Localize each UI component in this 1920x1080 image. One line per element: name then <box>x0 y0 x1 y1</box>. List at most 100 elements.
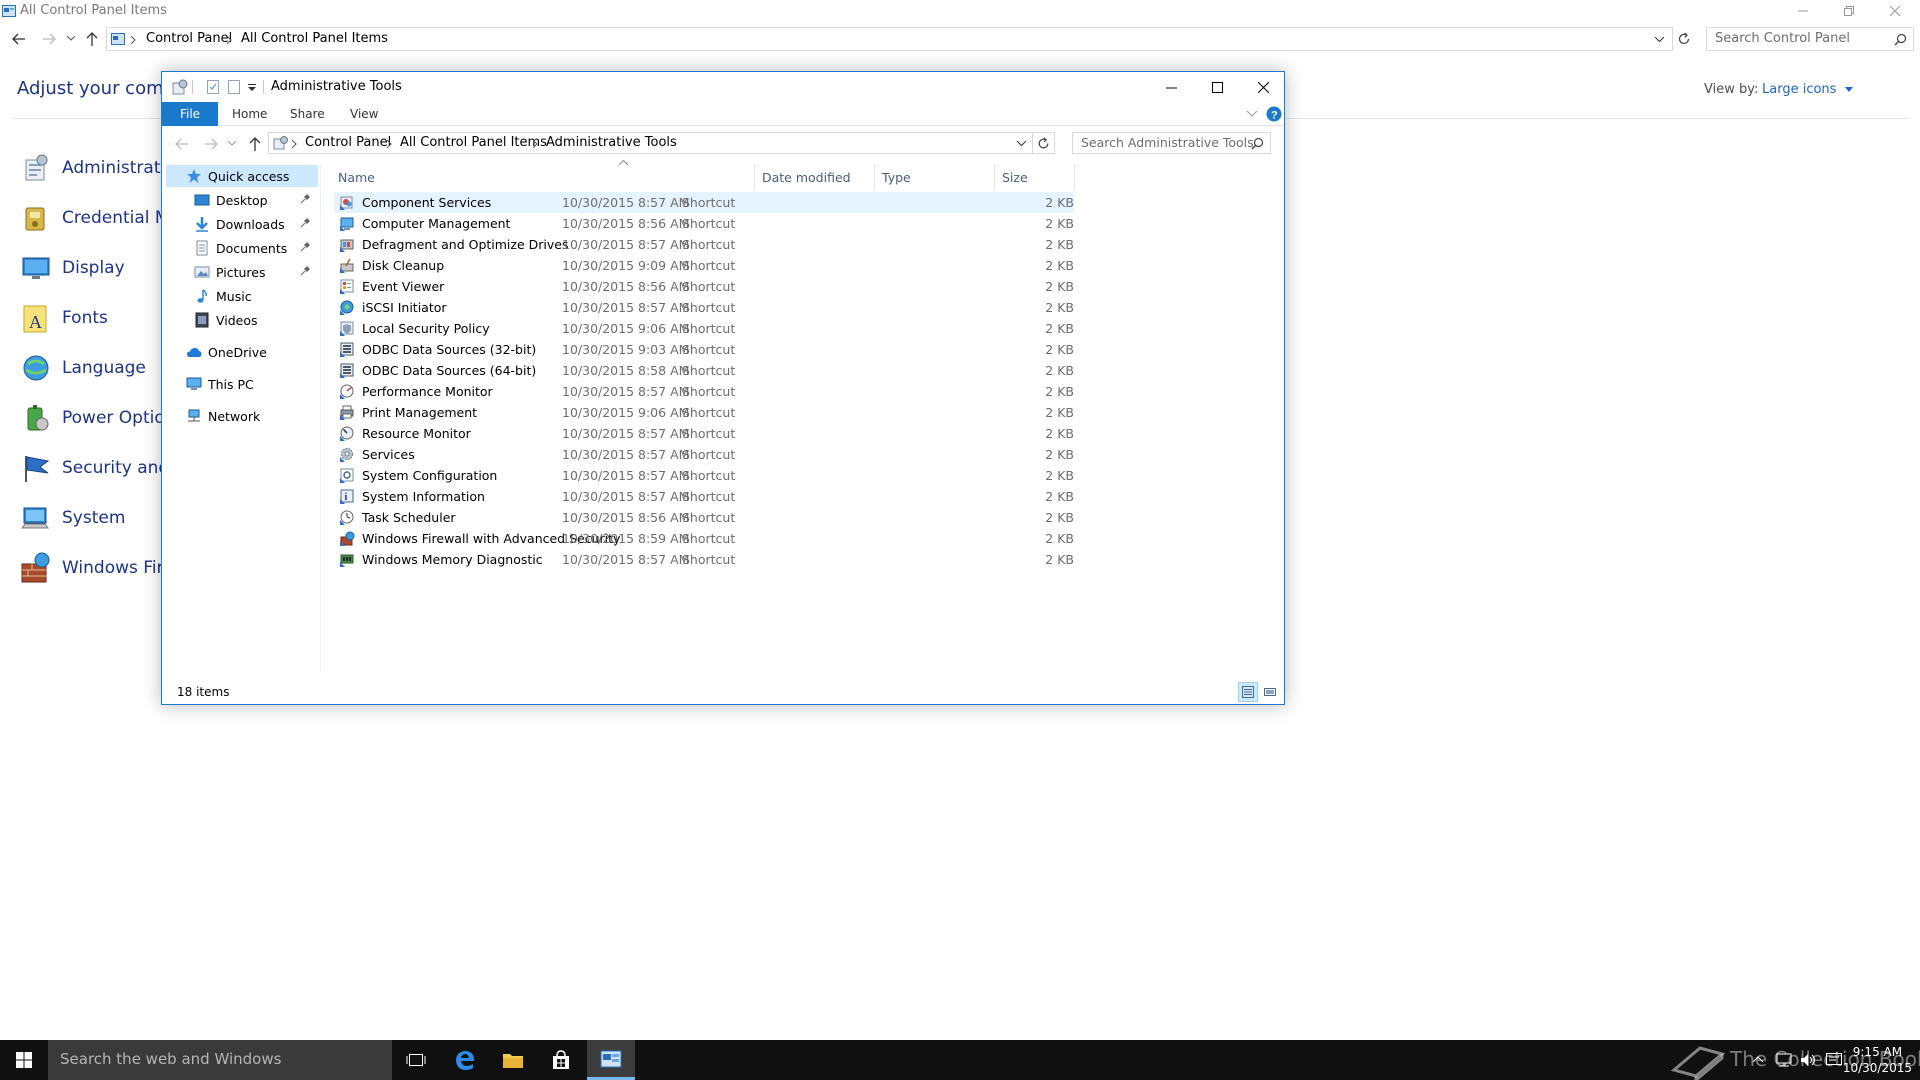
breadcrumb-administrative-tools[interactable]: Administrative Tools <box>546 135 677 150</box>
view-by-dropdown[interactable]: Large icons <box>1762 82 1853 97</box>
column-header-date-modified[interactable]: Date modified <box>762 170 851 185</box>
nav-music[interactable]: Music <box>194 285 252 307</box>
breadcrumb-all-items[interactable]: All Control Panel Items <box>400 135 547 150</box>
quick-access-toolbar-dropdown-icon[interactable] <box>248 84 256 91</box>
expand-ribbon-chevron-icon[interactable] <box>1247 111 1257 117</box>
action-center-icon[interactable] <box>1826 1053 1842 1067</box>
taskbar-file-explorer-button[interactable] <box>489 1040 537 1080</box>
back-arrow-icon[interactable] <box>175 137 189 151</box>
recent-locations-chevron-icon[interactable] <box>228 141 236 147</box>
pane-splitter[interactable] <box>320 164 321 672</box>
column-separator[interactable] <box>874 164 875 190</box>
nav-quick-access[interactable]: Quick access <box>186 165 289 187</box>
column-header-size[interactable]: Size <box>1002 170 1028 185</box>
table-row[interactable]: Performance Monitor 10/30/2015 8:57 AM S… <box>334 381 1074 402</box>
table-row[interactable]: Component Services 10/30/2015 8:57 AM Sh… <box>334 192 1074 213</box>
nav-videos[interactable]: Videos <box>194 309 258 331</box>
nav-network[interactable]: Network <box>186 405 260 427</box>
tab-home[interactable]: Home <box>232 107 267 121</box>
close-button[interactable] <box>1240 72 1284 102</box>
minimize-button[interactable] <box>1148 72 1194 102</box>
large-icons-view-button[interactable] <box>1260 682 1280 702</box>
details-view-button[interactable] <box>1238 682 1258 702</box>
table-row[interactable]: Task Scheduler 10/30/2015 8:56 AM Shortc… <box>334 507 1074 528</box>
cp-item-system[interactable]: System <box>20 498 125 538</box>
table-row[interactable]: ODBC Data Sources (64-bit) 10/30/2015 8:… <box>334 360 1074 381</box>
table-row[interactable]: Defragment and Optimize Drives 10/30/201… <box>334 234 1074 255</box>
nav-onedrive[interactable]: OneDrive <box>186 341 267 363</box>
table-row[interactable]: Windows Memory Diagnostic 10/30/2015 8:5… <box>334 549 1074 570</box>
table-row[interactable]: iSCSI Initiator 10/30/2015 8:57 AM Short… <box>334 297 1074 318</box>
bg-close-button[interactable] <box>1872 0 1918 22</box>
table-row[interactable]: Computer Management 10/30/2015 8:56 AM S… <box>334 213 1074 234</box>
explorer-search-input[interactable]: Search Administrative Tools <box>1072 132 1271 154</box>
cp-item-language[interactable]: Language <box>20 348 146 388</box>
nav-this-pc[interactable]: This PC <box>186 373 254 395</box>
nav-documents[interactable]: Documents <box>194 237 320 259</box>
column-header-name[interactable]: Name <box>338 170 375 185</box>
maximize-button[interactable] <box>1194 72 1240 102</box>
event-viewer-icon <box>340 279 354 294</box>
recent-locations-chevron-icon[interactable] <box>67 36 75 42</box>
forward-arrow-icon[interactable] <box>42 32 56 46</box>
refresh-icon[interactable] <box>1677 32 1691 46</box>
tab-file[interactable]: File <box>162 102 218 126</box>
breadcrumb-control-panel[interactable]: Control Panel <box>146 31 232 46</box>
bg-restore-button[interactable] <box>1826 0 1872 22</box>
column-header-type[interactable]: Type <box>882 170 911 185</box>
pin-icon[interactable] <box>300 266 310 276</box>
table-row[interactable]: ODBC Data Sources (32-bit) 10/30/2015 9:… <box>334 339 1074 360</box>
taskbar-search-box[interactable]: Search the web and Windows <box>48 1040 392 1080</box>
task-view-button[interactable] <box>392 1040 440 1080</box>
pin-icon[interactable] <box>300 218 310 228</box>
pin-icon[interactable] <box>300 194 310 204</box>
tab-view[interactable]: View <box>350 107 378 121</box>
show-hidden-icons-chevron-icon[interactable] <box>1753 1056 1763 1063</box>
up-arrow-icon[interactable] <box>85 31 99 46</box>
breadcrumb-all-items[interactable]: All Control Panel Items <box>241 31 388 46</box>
forward-arrow-icon[interactable] <box>204 137 218 151</box>
cp-item-power-options[interactable]: Power Options <box>20 398 184 438</box>
table-row[interactable]: Services 10/30/2015 8:57 AM Shortcut 2 K… <box>334 444 1074 465</box>
refresh-button[interactable] <box>1033 132 1055 154</box>
column-separator[interactable] <box>994 164 995 190</box>
taskbar-store-button[interactable] <box>537 1040 585 1080</box>
file-name: Task Scheduler <box>362 510 456 525</box>
up-arrow-icon[interactable] <box>248 136 262 151</box>
new-folder-icon[interactable] <box>227 80 241 94</box>
table-row[interactable]: Event Viewer 10/30/2015 8:56 AM Shortcut… <box>334 276 1074 297</box>
cp-item-fonts[interactable]: A Fonts <box>20 298 108 338</box>
nav-pictures[interactable]: Pictures <box>194 261 320 283</box>
cp-item-credential-manager[interactable]: Credential Ma <box>20 198 180 238</box>
table-row[interactable]: Print Management 10/30/2015 9:06 AM Shor… <box>334 402 1074 423</box>
address-dropdown-icon[interactable] <box>1017 141 1026 147</box>
pin-icon[interactable] <box>300 242 310 252</box>
taskbar-control-panel-button[interactable] <box>587 1040 635 1080</box>
control-panel-search-input[interactable]: Search Control Panel <box>1706 27 1914 51</box>
table-row[interactable]: Resource Monitor 10/30/2015 8:57 AM Shor… <box>334 423 1074 444</box>
bg-minimize-button[interactable] <box>1780 0 1826 22</box>
table-row[interactable]: i System Information 10/30/2015 8:57 AM … <box>334 486 1074 507</box>
properties-icon[interactable] <box>206 80 220 94</box>
table-row[interactable]: Disk Cleanup 10/30/2015 9:09 AM Shortcut… <box>334 255 1074 276</box>
tab-share[interactable]: Share <box>290 107 325 121</box>
breadcrumb-control-panel[interactable]: Control Panel <box>305 135 391 150</box>
start-button[interactable] <box>0 1040 48 1080</box>
address-dropdown-icon[interactable] <box>1655 37 1664 43</box>
nav-downloads[interactable]: Downloads <box>194 213 320 235</box>
table-row[interactable]: System Configuration 10/30/2015 8:57 AM … <box>334 465 1074 486</box>
taskbar-edge-button[interactable] <box>441 1040 489 1080</box>
explorer-address-bar[interactable]: Control Panel All Control Panel Items Ad… <box>268 132 1033 154</box>
back-arrow-icon[interactable] <box>12 32 26 46</box>
network-status-icon[interactable] <box>1775 1053 1793 1067</box>
taskbar-clock[interactable]: 9:15 AM 10/30/2015 <box>1843 1044 1912 1076</box>
volume-icon[interactable] <box>1800 1053 1818 1067</box>
control-panel-address-bar[interactable]: Control Panel All Control Panel Items <box>106 27 1673 51</box>
table-row[interactable]: Local Security Policy 10/30/2015 9:06 AM… <box>334 318 1074 339</box>
table-row[interactable]: Windows Firewall with Advanced Security … <box>334 528 1074 549</box>
nav-desktop[interactable]: Desktop <box>194 189 320 211</box>
column-separator[interactable] <box>754 164 755 190</box>
help-icon[interactable]: ? <box>1266 106 1282 122</box>
column-separator[interactable] <box>1074 164 1075 190</box>
cp-item-display[interactable]: Display <box>20 248 125 288</box>
